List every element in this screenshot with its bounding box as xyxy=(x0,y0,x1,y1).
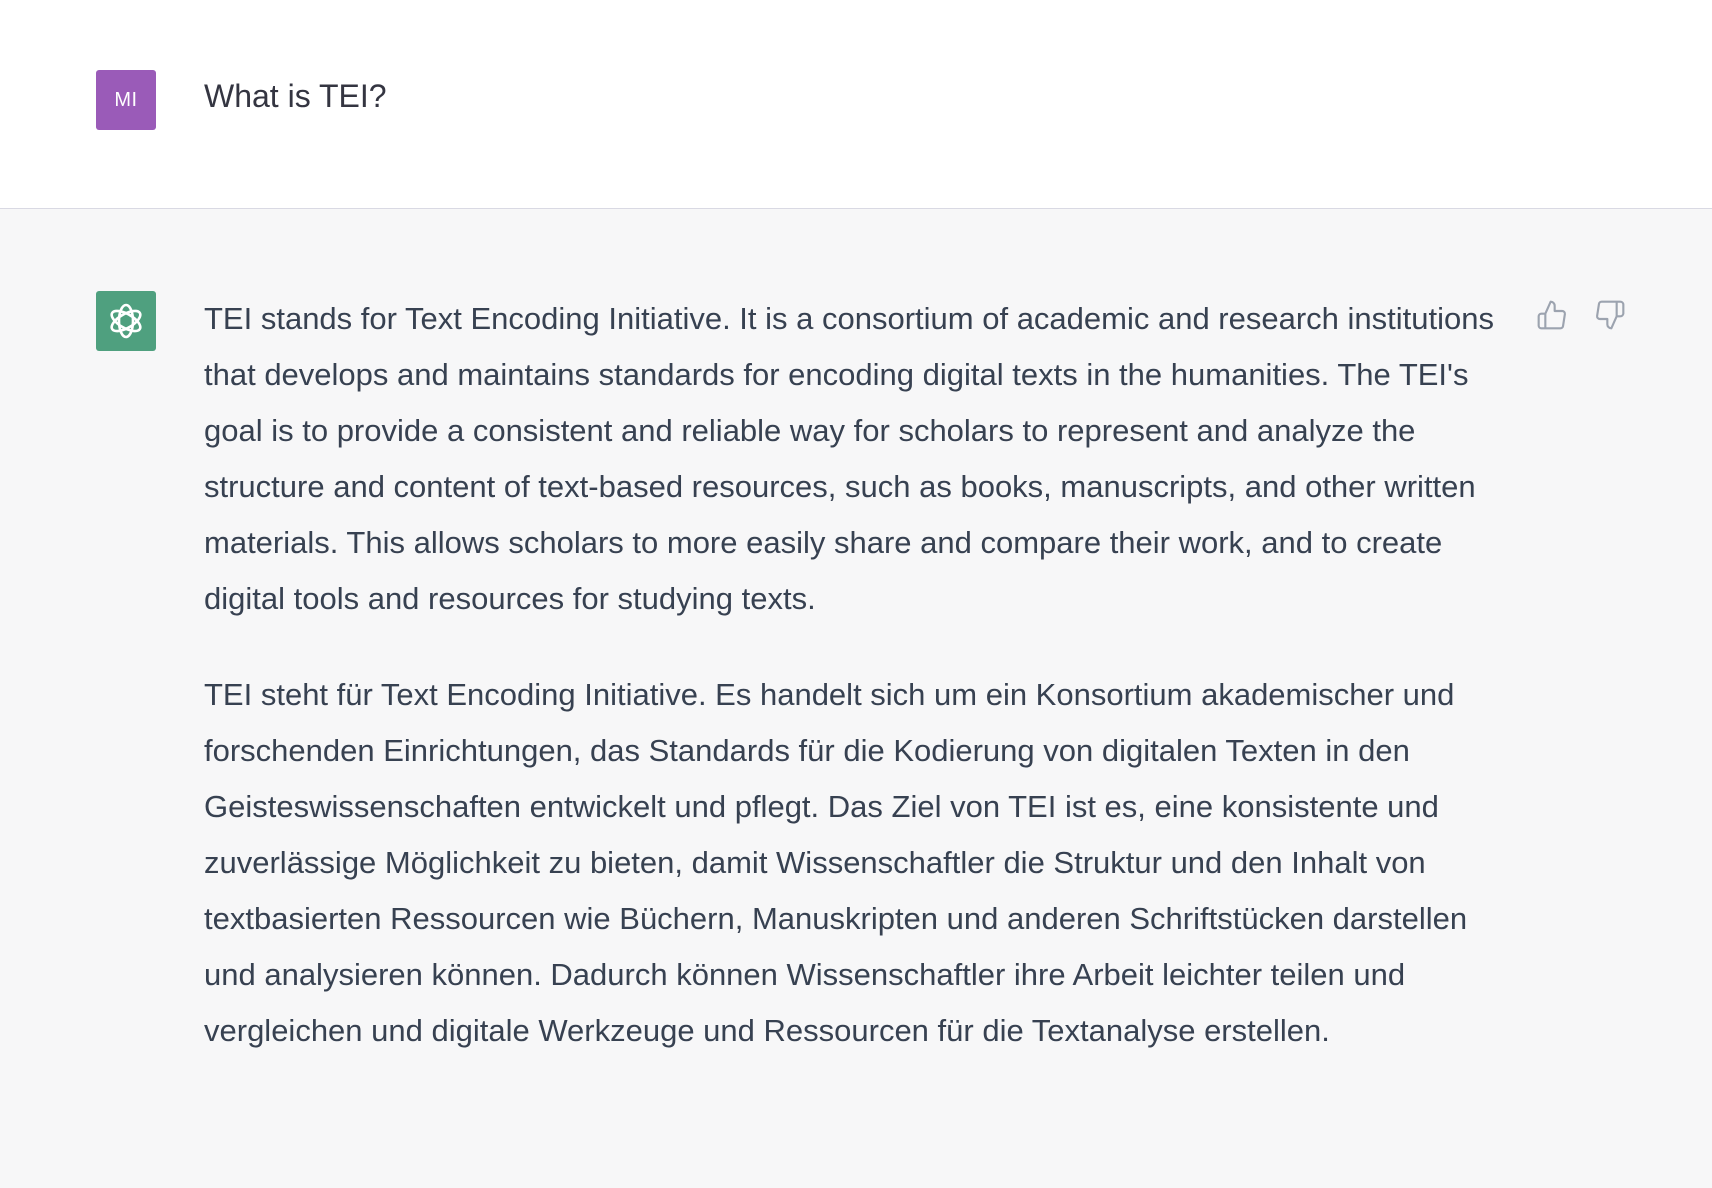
thumbs-down-icon xyxy=(1596,300,1625,330)
feedback-controls xyxy=(1534,297,1628,333)
user-avatar-initials: MI xyxy=(114,88,138,111)
assistant-message-body: TEI stands for Text Encoding Initiative.… xyxy=(204,291,1524,1099)
user-avatar: MI xyxy=(96,70,156,130)
answer-paragraph-english: TEI stands for Text Encoding Initiative.… xyxy=(204,301,1494,616)
answer-paragraph-german: TEI steht für Text Encoding Initiative. … xyxy=(204,677,1468,1048)
thumbs-up-icon xyxy=(1537,300,1566,330)
openai-logo-icon xyxy=(110,303,142,339)
assistant-message-row: TEI stands for Text Encoding Initiative.… xyxy=(0,209,1712,1188)
user-message-text: What is TEI? xyxy=(204,78,387,114)
thumbs-down-button[interactable] xyxy=(1592,297,1628,333)
assistant-avatar xyxy=(96,291,156,351)
thumbs-up-button[interactable] xyxy=(1534,297,1570,333)
user-message-row: MI What is TEI? xyxy=(0,0,1712,209)
